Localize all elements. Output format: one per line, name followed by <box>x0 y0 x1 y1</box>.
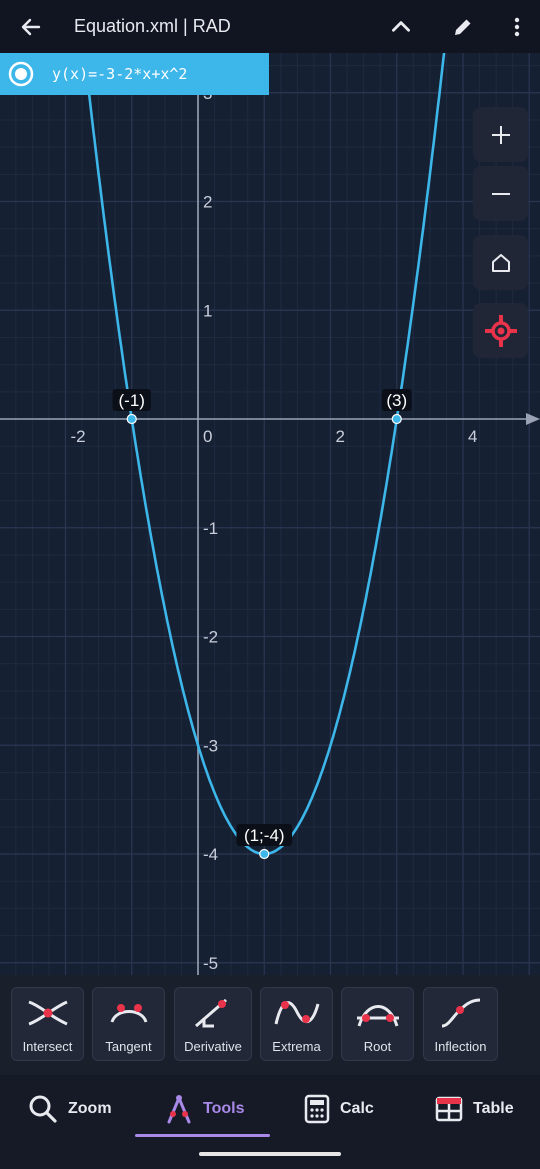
root-icon <box>356 1005 399 1027</box>
tool-extrema[interactable]: Extrema <box>260 987 333 1061</box>
function-curve <box>83 53 446 856</box>
collapse-button[interactable] <box>370 0 432 53</box>
inflection-icon <box>441 998 480 1028</box>
tool-inflection[interactable]: Inflection <box>423 987 498 1061</box>
y-tick-label: -3 <box>203 736 218 755</box>
zoom-out-icon <box>491 192 510 195</box>
file-title: Equation.xml | RAD <box>74 16 231 36</box>
tool-root[interactable]: Root <box>341 987 414 1061</box>
nav-table-label: Table <box>473 1100 514 1117</box>
x-tick-label: 2 <box>336 427 345 446</box>
x-tick-label: 0 <box>203 427 212 446</box>
key-point <box>259 848 270 860</box>
tool-extrema-label: Extrema <box>272 1039 321 1054</box>
tool-intersect[interactable]: Intersect <box>11 987 84 1061</box>
tools-icon <box>167 1095 191 1124</box>
y-tick-label: -2 <box>203 628 218 647</box>
point-label: (1;-4) <box>244 826 285 845</box>
active-tab-indicator <box>135 1134 270 1137</box>
tool-root-label: Root <box>363 1039 392 1054</box>
graph-canvas[interactable]: -2024321-1-2-3-4-5-6(-1)(3)(1;-4) <box>0 53 540 975</box>
extrema-icon <box>274 1001 319 1025</box>
x-axis-arrow <box>526 413 540 425</box>
derivative-icon <box>195 998 227 1028</box>
center-button[interactable] <box>473 303 528 358</box>
nav-zoom[interactable]: Zoom <box>28 1089 112 1129</box>
y-tick-label: -1 <box>203 519 218 538</box>
tool-inflection-label: Inflection <box>434 1039 487 1054</box>
zoom-in-button[interactable] <box>473 107 528 162</box>
calculator-icon <box>304 1094 330 1124</box>
nav-tools[interactable]: Tools <box>165 1089 244 1129</box>
nav-zoom-label: Zoom <box>68 1100 112 1117</box>
tool-palette: Intersect Tangent Derivative Extrema Roo… <box>0 975 540 1075</box>
zoom-in-icon <box>491 125 510 144</box>
home-icon <box>491 253 510 272</box>
tool-derivative-label: Derivative <box>184 1039 242 1054</box>
x-tick-label: 4 <box>468 427 477 446</box>
equation-radio[interactable] <box>0 53 42 95</box>
key-point <box>126 413 137 425</box>
nav-table[interactable]: Table <box>435 1089 514 1129</box>
tool-tangent-label: Tangent <box>105 1039 152 1054</box>
y-tick-label: -4 <box>203 845 218 864</box>
point-label: (3) <box>386 391 407 410</box>
back-button[interactable] <box>0 0 62 53</box>
radio-selected-icon <box>8 61 34 87</box>
tool-tangent[interactable]: Tangent <box>92 987 165 1061</box>
tool-derivative[interactable]: Derivative <box>174 987 252 1061</box>
system-home-indicator <box>199 1152 341 1156</box>
tangent-icon <box>110 1004 147 1023</box>
edit-button[interactable] <box>432 0 494 53</box>
equation-label: y(x)=-3-2*x+x^2 <box>52 65 188 83</box>
nav-calc[interactable]: Calc <box>304 1089 374 1129</box>
pencil-icon <box>455 19 471 35</box>
y-tick-label: 2 <box>203 193 212 212</box>
tool-intersect-label: Intersect <box>22 1039 73 1054</box>
crosshair-icon <box>484 314 517 347</box>
table-icon <box>435 1096 463 1122</box>
intersect-icon <box>27 1000 68 1026</box>
app-bar: Equation.xml | RAD <box>0 0 540 53</box>
more-vert-icon <box>514 17 520 36</box>
chevron-up-icon <box>392 20 410 32</box>
nav-tools-label: Tools <box>203 1100 245 1117</box>
zoom-out-button[interactable] <box>473 166 528 221</box>
equation-banner[interactable]: y(x)=-3-2*x+x^2 <box>0 53 269 95</box>
search-icon <box>29 1095 57 1123</box>
more-options-button[interactable] <box>494 0 540 53</box>
back-arrow-icon <box>21 18 41 35</box>
y-tick-label: 1 <box>203 301 212 320</box>
key-point <box>391 413 402 425</box>
reset-view-button[interactable] <box>473 235 528 290</box>
y-tick-label: -5 <box>203 954 218 973</box>
x-tick-label: -2 <box>71 427 86 446</box>
point-label: (-1) <box>119 391 145 410</box>
graph-svg[interactable]: -2024321-1-2-3-4-5-6(-1)(3)(1;-4) <box>0 53 540 975</box>
nav-calc-label: Calc <box>340 1100 374 1117</box>
